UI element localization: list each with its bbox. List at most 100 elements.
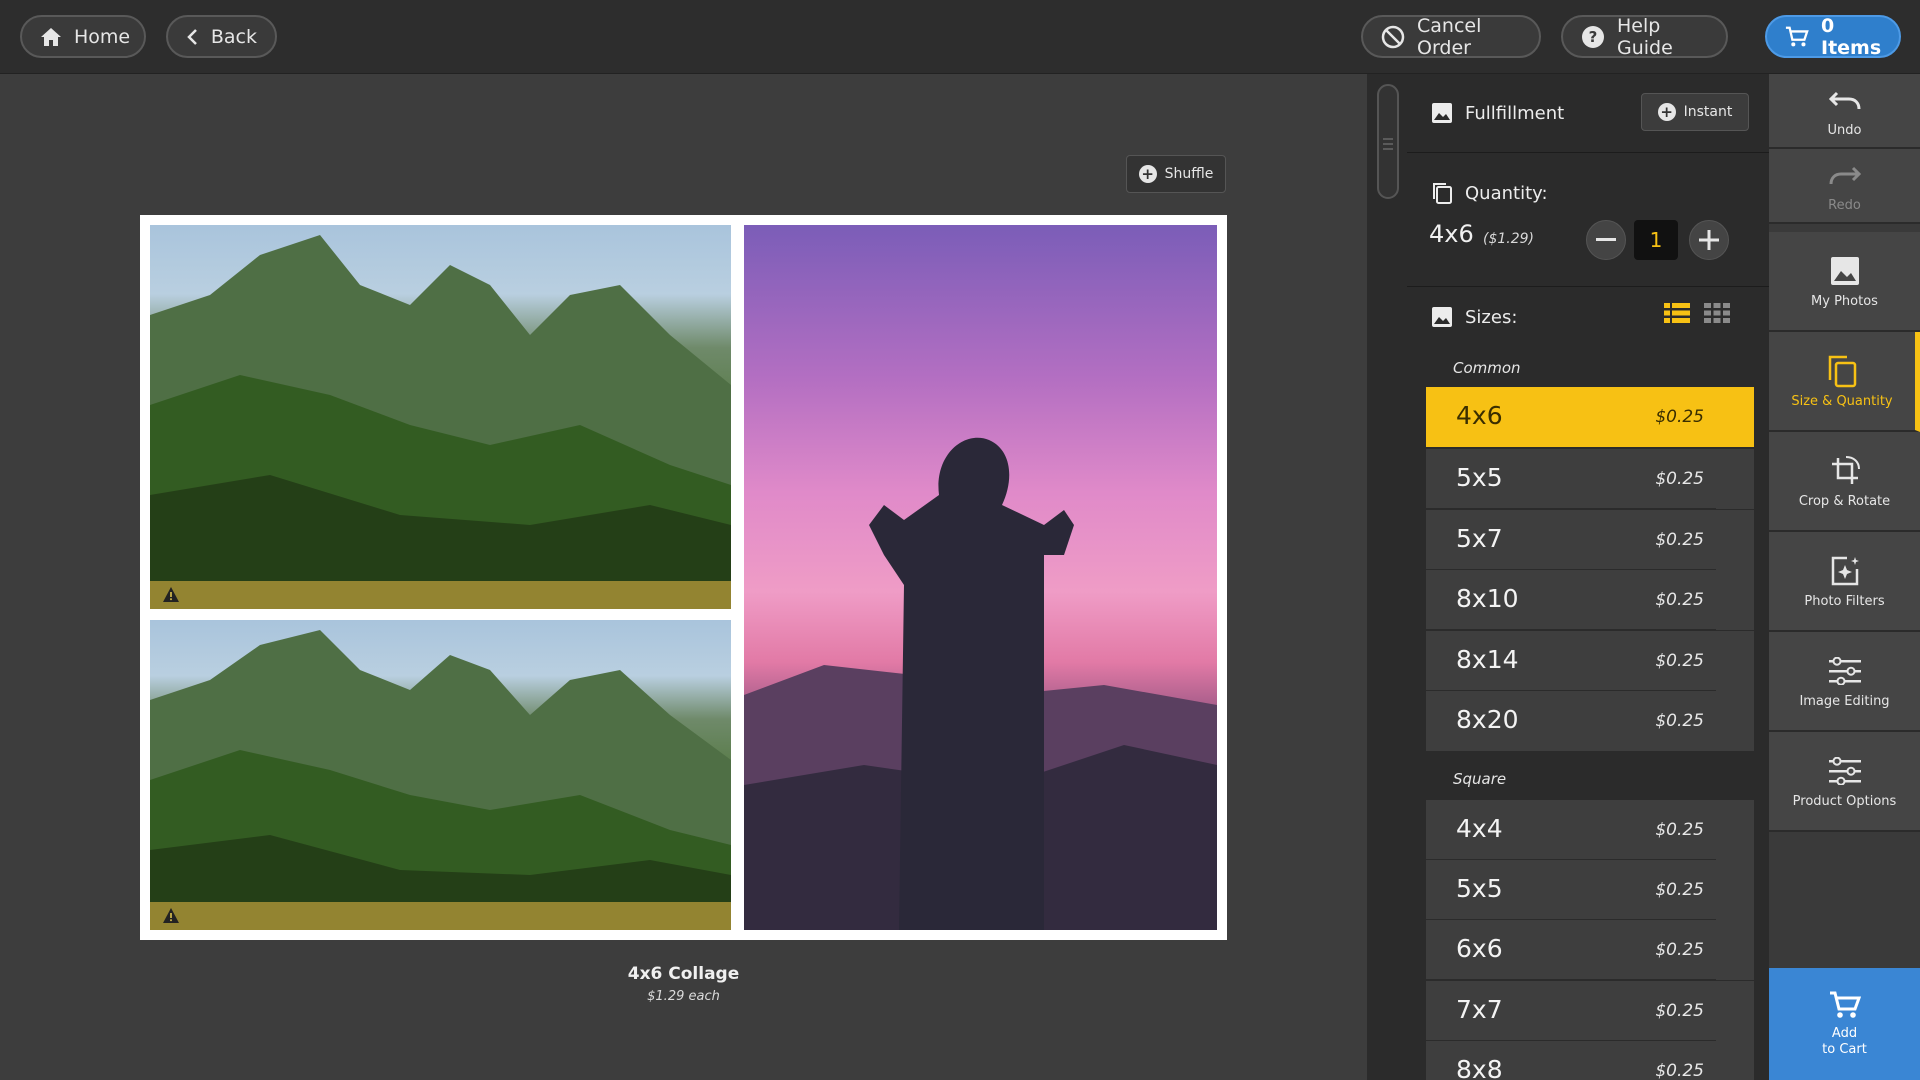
- size-option-8x14[interactable]: 8x14 $0.25: [1426, 631, 1754, 691]
- size-price: $0.25: [1655, 1061, 1704, 1080]
- undo-button[interactable]: Undo: [1769, 74, 1920, 149]
- shuffle-label: Shuffle: [1164, 166, 1214, 182]
- size-label: 6x6: [1456, 934, 1503, 963]
- square-section-label: Square: [1453, 770, 1507, 788]
- undo-icon: [1828, 83, 1862, 117]
- size-quantity-button[interactable]: Size & Quantity: [1769, 332, 1920, 432]
- size-option-8x20[interactable]: 8x20 $0.25: [1426, 691, 1754, 751]
- size-label: 8x14: [1456, 645, 1519, 674]
- shuffle-button[interactable]: + Shuffle: [1126, 155, 1226, 193]
- sunset-silhouette-image: [744, 437, 1217, 930]
- top-bar: Home Back Cancel Order ? Help Guide 0 It…: [0, 0, 1920, 74]
- cart-count-label: 0 Items: [1821, 14, 1882, 59]
- undo-label: Undo: [1827, 123, 1862, 138]
- size-quantity-label: Size & Quantity: [1791, 393, 1893, 409]
- warning-icon[interactable]: [162, 586, 180, 604]
- size-option-5x7[interactable]: 5x7 $0.25: [1426, 510, 1754, 570]
- image-editing-label: Image Editing: [1799, 693, 1890, 709]
- size-option-7x7[interactable]: 7x7 $0.25: [1426, 981, 1754, 1041]
- fulfillment-label: Fullfillment: [1465, 102, 1565, 124]
- collage-preview[interactable]: [140, 215, 1227, 940]
- home-icon: [40, 25, 62, 49]
- size-option-5x5[interactable]: 5x5 $0.25: [1426, 449, 1754, 509]
- plus-icon: +: [1657, 103, 1676, 121]
- back-button[interactable]: Back: [166, 15, 277, 58]
- list-view-icon[interactable]: [1664, 302, 1690, 324]
- image-icon: [1432, 103, 1452, 123]
- sliders-icon: [1828, 654, 1862, 688]
- size-label: 4x6: [1456, 401, 1503, 430]
- minus-icon: [1596, 238, 1616, 241]
- size-option-8x8[interactable]: 8x8 $0.25: [1426, 1041, 1754, 1080]
- quantity-label: Quantity:: [1465, 182, 1548, 204]
- collage-photo-mountain-top[interactable]: [150, 225, 731, 609]
- divider: [1407, 152, 1769, 153]
- crop-rotate-button[interactable]: Crop & Rotate: [1769, 432, 1920, 532]
- panel-scrollbar[interactable]: [1367, 74, 1407, 1080]
- product-options-button[interactable]: Product Options: [1769, 732, 1920, 832]
- collage-photo-sunset[interactable]: [744, 225, 1217, 930]
- help-guide-button[interactable]: ? Help Guide: [1561, 14, 1728, 59]
- home-label: Home: [74, 25, 131, 48]
- photo-filters-label: Photo Filters: [1804, 593, 1885, 609]
- home-button[interactable]: Home: [20, 15, 146, 58]
- size-label: 5x7: [1456, 524, 1503, 553]
- instant-button[interactable]: + Instant: [1641, 93, 1749, 131]
- cart-icon: [1829, 991, 1861, 1018]
- scrollbar-thumb[interactable]: [1377, 84, 1399, 199]
- size-price: $0.25: [1655, 880, 1704, 900]
- cancel-order-button[interactable]: Cancel Order: [1361, 15, 1541, 59]
- low-resolution-bar: [150, 581, 731, 609]
- size-price: $0.25: [1655, 940, 1704, 960]
- size-option-8x10[interactable]: 8x10 $0.25: [1426, 570, 1754, 630]
- size-price: $0.25: [1655, 651, 1704, 671]
- help-icon: ?: [1581, 25, 1605, 49]
- size-label: 4x4: [1456, 814, 1503, 843]
- my-photos-button[interactable]: My Photos: [1769, 232, 1920, 332]
- size-label: 5x5: [1456, 463, 1503, 492]
- size-price: $0.25: [1655, 469, 1704, 489]
- crop-rotate-label: Crop & Rotate: [1798, 493, 1891, 509]
- quantity-input[interactable]: 1: [1634, 220, 1678, 260]
- sliders-icon: [1828, 754, 1862, 788]
- cart-button[interactable]: 0 Items: [1765, 14, 1901, 59]
- common-section-label: Common: [1453, 359, 1521, 377]
- size-option-4x4[interactable]: 4x4 $0.25: [1426, 800, 1754, 860]
- add-to-cart-label-line2: to Cart: [1822, 1042, 1867, 1057]
- size-label: 8x8: [1456, 1055, 1503, 1080]
- size-price: $0.25: [1655, 711, 1704, 731]
- sizes-row: Sizes:: [1431, 302, 1517, 332]
- size-price: $0.25: [1655, 530, 1704, 550]
- quantity-decrease-button[interactable]: [1586, 220, 1626, 260]
- copy-icon: [1825, 354, 1859, 388]
- size-label: 8x10: [1456, 584, 1519, 613]
- chevron-left-icon: [186, 25, 199, 49]
- product-options-label: Product Options: [1792, 793, 1897, 809]
- svg-text:?: ?: [1589, 28, 1598, 46]
- grid-view-icon[interactable]: [1704, 302, 1730, 324]
- back-label: Back: [210, 25, 257, 48]
- image-icon: [1828, 254, 1862, 288]
- photo-filters-button[interactable]: Photo Filters: [1769, 532, 1920, 632]
- size-option-6x6[interactable]: 6x6 $0.25: [1426, 920, 1754, 980]
- size-price: $0.25: [1655, 590, 1704, 610]
- quantity-increase-button[interactable]: [1689, 220, 1729, 260]
- cart-icon: [1785, 25, 1809, 49]
- collage-photo-mountain-bottom[interactable]: [150, 620, 731, 930]
- redo-button[interactable]: Redo: [1769, 149, 1920, 224]
- help-guide-label: Help Guide: [1617, 14, 1673, 59]
- quantity-row: Quantity:: [1431, 178, 1548, 208]
- size-option-5x5-square[interactable]: 5x5 $0.25: [1426, 860, 1754, 920]
- tool-rail: Undo Redo My Photos Size & Quantity Crop…: [1769, 74, 1920, 1080]
- my-photos-label: My Photos: [1811, 293, 1878, 309]
- add-to-cart-label-line1: Add: [1831, 1026, 1858, 1041]
- size-option-4x6[interactable]: 4x6 $0.25: [1426, 387, 1754, 447]
- copy-icon: [1433, 183, 1452, 204]
- add-to-cart-button[interactable]: Add to Cart: [1769, 968, 1920, 1080]
- size-label: 7x7: [1456, 995, 1503, 1024]
- redo-label: Redo: [1828, 198, 1861, 213]
- plus-icon: [1699, 230, 1719, 250]
- image-editing-button[interactable]: Image Editing: [1769, 632, 1920, 732]
- crop-rotate-icon: [1828, 454, 1862, 488]
- warning-icon[interactable]: [162, 907, 180, 925]
